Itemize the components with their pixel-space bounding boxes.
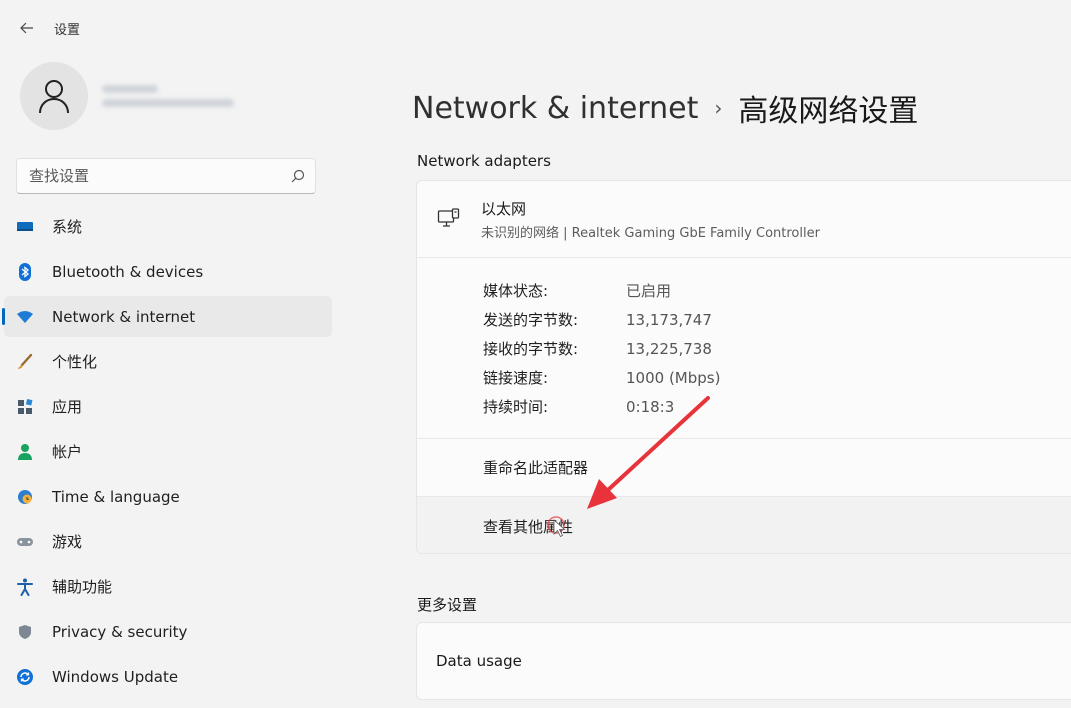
property-row: 持续时间: 0:18:3 bbox=[483, 397, 675, 417]
bluetooth-icon bbox=[16, 262, 34, 281]
monitor-icon bbox=[16, 218, 34, 236]
sidebar-item-windows-update[interactable]: Windows Update bbox=[4, 656, 332, 697]
apps-icon bbox=[16, 398, 34, 416]
adapter-card: 以太网 未识别的网络 | Realtek Gaming GbE Family C… bbox=[416, 180, 1071, 554]
gamepad-icon bbox=[16, 533, 34, 551]
adapter-properties: 媒体状态: 已启用 发送的字节数: 13,173,747 接收的字节数: 13,… bbox=[417, 258, 1071, 439]
adapter-header[interactable]: 以太网 未识别的网络 | Realtek Gaming GbE Family C… bbox=[417, 181, 1071, 258]
wifi-icon bbox=[16, 308, 34, 326]
account-details-blurred bbox=[102, 79, 234, 113]
person-icon bbox=[16, 443, 34, 461]
globe-clock-icon bbox=[16, 488, 34, 506]
data-usage-label: Data usage bbox=[436, 652, 522, 670]
view-additional-properties-button[interactable]: 查看其他属性 bbox=[417, 497, 1071, 553]
app-title: 设置 bbox=[54, 22, 81, 38]
network-adapters-heading: Network adapters bbox=[417, 152, 551, 170]
shield-icon bbox=[16, 623, 34, 641]
accessibility-icon bbox=[16, 578, 34, 596]
arrow-left-icon bbox=[20, 22, 33, 34]
brush-icon bbox=[16, 353, 34, 371]
breadcrumb: Network & internet › 高级网络设置 bbox=[412, 86, 918, 130]
rename-adapter-button[interactable]: 重命名此适配器 bbox=[417, 439, 1071, 497]
property-row: 媒体状态: 已启用 bbox=[483, 282, 672, 300]
person-outline-icon bbox=[39, 80, 69, 114]
sidebar-item-privacy-security[interactable]: Privacy & security bbox=[4, 611, 332, 652]
breadcrumb-separator: › bbox=[714, 96, 723, 120]
sidebar-item-system[interactable]: 系统 bbox=[4, 206, 332, 247]
property-row: 发送的字节数: 13,173,747 bbox=[483, 310, 712, 330]
sidebar-item-network-internet[interactable]: Network & internet bbox=[2, 296, 332, 337]
adapter-description: 未识别的网络 | Realtek Gaming GbE Family Contr… bbox=[481, 225, 820, 241]
sidebar-item-apps[interactable]: 应用 bbox=[4, 386, 332, 427]
data-usage-item[interactable]: Data usage bbox=[416, 622, 1071, 700]
more-settings-heading: 更多设置 bbox=[417, 596, 478, 614]
sidebar-item-gaming[interactable]: 游戏 bbox=[4, 521, 332, 562]
property-row: 接收的字节数: 13,225,738 bbox=[483, 339, 712, 359]
avatar bbox=[20, 62, 88, 130]
search-box[interactable] bbox=[16, 158, 316, 194]
back-button[interactable] bbox=[16, 17, 38, 39]
sidebar-item-accounts[interactable]: 帐户 bbox=[4, 431, 332, 472]
ethernet-icon bbox=[437, 208, 460, 227]
title-bar: 设置 bbox=[0, 0, 1071, 56]
update-icon bbox=[16, 668, 34, 686]
search-icon bbox=[291, 169, 305, 183]
search-input[interactable] bbox=[27, 166, 291, 186]
sidebar-item-bluetooth-devices[interactable]: Bluetooth & devices bbox=[4, 251, 332, 292]
account-info[interactable] bbox=[20, 62, 234, 130]
mouse-pointer-icon bbox=[547, 516, 566, 538]
adapter-name: 以太网 bbox=[481, 199, 527, 218]
page-title: 高级网络设置 bbox=[738, 94, 919, 129]
sidebar-item-accessibility[interactable]: 辅助功能 bbox=[4, 566, 332, 607]
sidebar-item-personalization[interactable]: 个性化 bbox=[4, 341, 332, 382]
settings-window: 设置 系统 Bluet bbox=[0, 0, 1071, 708]
sidebar-nav: 系统 Bluetooth & devices Network & interne… bbox=[2, 206, 332, 701]
sidebar-item-time-language[interactable]: Time & language bbox=[4, 476, 332, 517]
breadcrumb-parent-link[interactable]: Network & internet bbox=[412, 91, 698, 126]
property-row: 链接速度: 1000 (Mbps) bbox=[483, 368, 721, 388]
